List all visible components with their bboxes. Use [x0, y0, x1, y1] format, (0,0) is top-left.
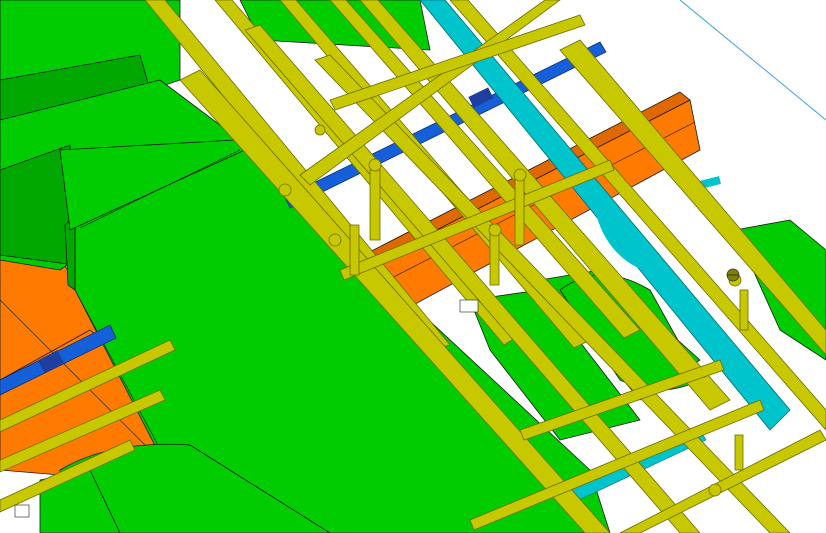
fitting-5: [488, 223, 502, 237]
section-box-edge: [679, 0, 826, 121]
riser-1: [369, 169, 381, 241]
valve-handle-icon[interactable]: [726, 268, 740, 282]
mep-3d-scene[interactable]: [0, 0, 826, 533]
model-viewport[interactable]: [0, 0, 826, 533]
hanger-2: [14, 504, 30, 518]
fitting-8: [314, 124, 326, 136]
hanger-1: [459, 299, 479, 313]
fitting-3: [513, 168, 527, 182]
fitting-4: [328, 233, 342, 247]
riser-3: [514, 174, 525, 246]
riser-5: [739, 289, 749, 331]
riser-2: [349, 224, 360, 276]
fitting-1: [278, 183, 292, 197]
fitting-2: [368, 158, 382, 172]
fitting-7: [708, 483, 722, 497]
riser-6: [734, 434, 744, 471]
